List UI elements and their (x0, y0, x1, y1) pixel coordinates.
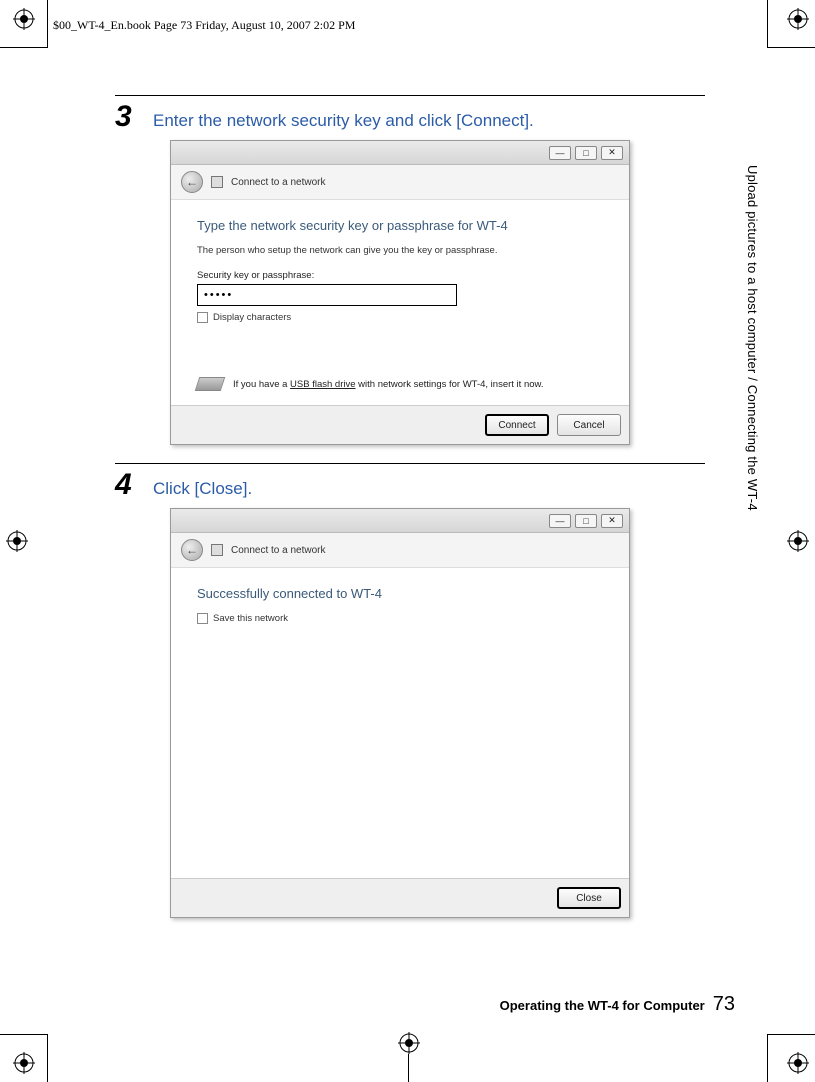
step-3: 3 Enter the network security key and cli… (115, 95, 705, 445)
shield-icon (211, 176, 223, 188)
passphrase-input[interactable] (197, 284, 457, 306)
back-icon[interactable]: ← (181, 171, 203, 193)
page-number: 73 (713, 993, 735, 1016)
registration-mark-icon (13, 8, 35, 30)
footer-chapter: Operating the WT-4 for Computer (500, 998, 705, 1013)
close-x-button[interactable]: ✕ (601, 146, 623, 160)
registration-mark-icon (398, 1032, 420, 1054)
dialog-heading: Type the network security key or passphr… (197, 218, 603, 233)
save-network-checkbox[interactable] (197, 613, 208, 624)
step-instruction: Enter the network security key and click… (153, 111, 534, 131)
usb-link[interactable]: USB flash drive (290, 379, 355, 390)
dialog-connected: — □ ✕ ← Connect to a network Successfull… (170, 508, 630, 918)
registration-mark-icon (6, 530, 28, 552)
window-titlebar: — □ ✕ (171, 141, 629, 165)
shield-icon (211, 544, 223, 556)
close-button[interactable]: Close (557, 887, 621, 909)
minimize-button[interactable]: — (549, 146, 571, 160)
display-characters-label: Display characters (213, 312, 291, 323)
step-number: 4 (115, 470, 141, 500)
window-subtitle: Connect to a network (231, 545, 326, 556)
close-x-button[interactable]: ✕ (601, 514, 623, 528)
step-instruction: Click [Close]. (153, 479, 252, 499)
window-subtitle: Connect to a network (231, 177, 326, 188)
step-number: 3 (115, 102, 141, 132)
registration-mark-icon (787, 1052, 809, 1074)
passphrase-label: Security key or passphrase: (197, 270, 603, 281)
back-icon[interactable]: ← (181, 539, 203, 561)
usb-hint-text: If you have a USB flash drive with netwo… (233, 379, 544, 390)
dialog-subtext: The person who setup the network can giv… (197, 245, 603, 256)
display-characters-checkbox[interactable] (197, 312, 208, 323)
maximize-button[interactable]: □ (575, 514, 597, 528)
page-footer: Operating the WT-4 for Computer 73 (115, 993, 735, 1016)
cancel-button[interactable]: Cancel (557, 414, 621, 436)
dialog-connect-network: — □ ✕ ← Connect to a network Type the ne… (170, 140, 630, 445)
window-titlebar: — □ ✕ (171, 509, 629, 533)
print-header: $00_WT-4_En.book Page 73 Friday, August … (53, 18, 355, 33)
registration-mark-icon (787, 530, 809, 552)
registration-mark-icon (787, 8, 809, 30)
connect-button[interactable]: Connect (485, 414, 549, 436)
step-4: 4 Click [Close]. — □ ✕ ← Connect to a ne… (115, 463, 705, 918)
usb-drive-icon (195, 377, 226, 391)
dialog-heading: Successfully connected to WT-4 (197, 586, 603, 601)
maximize-button[interactable]: □ (575, 146, 597, 160)
registration-mark-icon (13, 1052, 35, 1074)
side-section-title: Upload pictures to a host computer / Con… (745, 165, 760, 511)
minimize-button[interactable]: — (549, 514, 571, 528)
save-network-label: Save this network (213, 613, 288, 624)
